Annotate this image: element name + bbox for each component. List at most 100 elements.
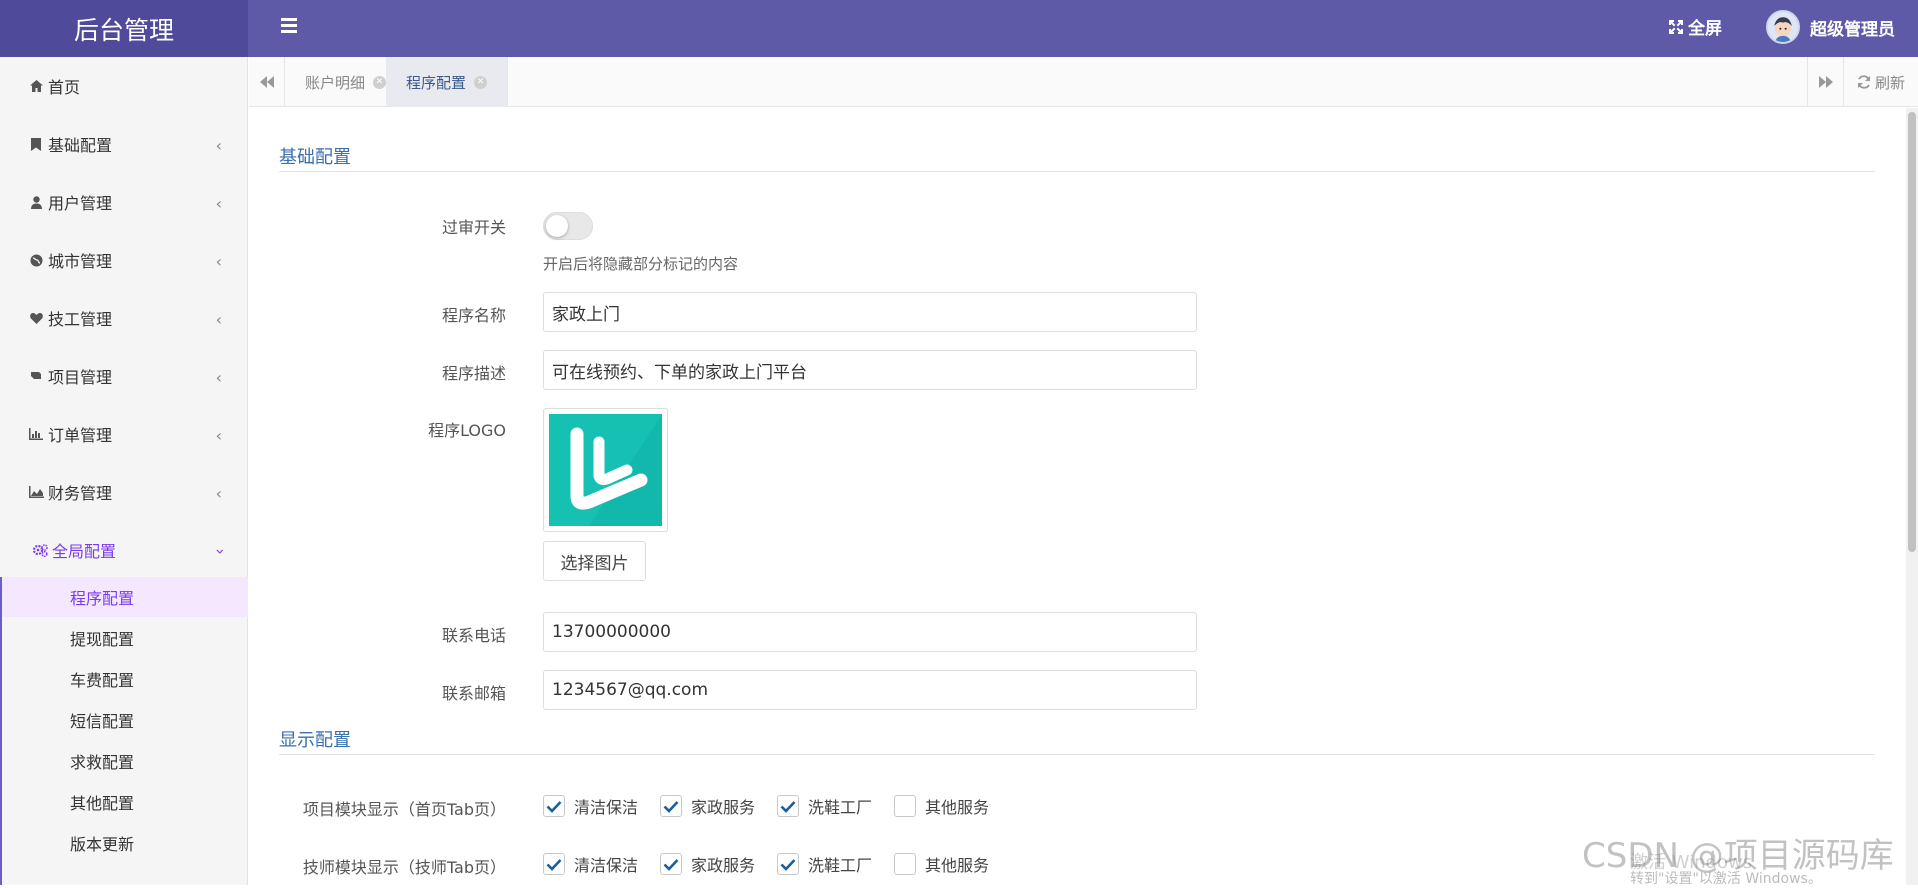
top-header: 后台管理 全屏 超级管理员 — [0, 0, 1918, 57]
checkbox-checked[interactable] — [777, 795, 800, 817]
project-module-label: 项目模块显示（首页Tab页） — [302, 800, 506, 819]
checkbox-cleaning[interactable]: 清洁保洁 — [543, 852, 638, 876]
checkbox-cleaning[interactable]: 清洁保洁 — [543, 794, 638, 818]
checkbox-label: 其他服务 — [925, 856, 990, 875]
checkbox-checked[interactable] — [543, 853, 565, 875]
forward-icon — [1818, 76, 1833, 88]
choose-image-button[interactable]: 选择图片 — [543, 541, 646, 581]
checkbox-unchecked[interactable] — [894, 853, 917, 875]
checkbox-label: 家政服务 — [691, 856, 756, 875]
sidebar-item-technicians[interactable]: 技工管理 ‹ — [0, 289, 248, 347]
sidebar-item-label: 订单管理 — [48, 426, 113, 445]
section-title-display: 显示配置 — [279, 730, 351, 751]
tab-scroll-right-button[interactable] — [1807, 57, 1843, 107]
review-switch-toggle[interactable] — [543, 212, 593, 240]
checkbox-shoe-wash[interactable]: 洗鞋工厂 — [777, 852, 872, 876]
project-module-options: 清洁保洁 家政服务 洗鞋工厂 其他服务 — [543, 794, 1011, 818]
chevron-left-icon: ‹ — [215, 252, 222, 271]
main-content: 基础配置 过审开关 开启后将隐藏部分标记的内容 程序名称 家政上门 程序描述 可… — [249, 108, 1908, 885]
refresh-button[interactable]: 刷新 — [1843, 57, 1918, 107]
checkbox-unchecked[interactable] — [894, 795, 917, 817]
submenu-global-config: 程序配置 提现配置 车费配置 短信配置 求救配置 其他配置 版本更新 — [0, 577, 248, 885]
close-icon[interactable]: ✕ — [373, 75, 387, 89]
fullscreen-button[interactable]: 全屏 — [1668, 14, 1722, 39]
bar-chart-icon — [28, 426, 44, 442]
submenu-item-fare-config[interactable]: 车费配置 — [2, 659, 248, 699]
sidebar-item-home[interactable]: 首页 — [0, 57, 248, 115]
submenu-item-sms-config[interactable]: 短信配置 — [2, 700, 248, 740]
phone-label: 联系电话 — [441, 626, 506, 645]
email-input[interactable]: 1234567@qq.com — [543, 670, 1197, 710]
submenu-item-version-update[interactable]: 版本更新 — [2, 823, 248, 863]
chevron-left-icon: ‹ — [215, 194, 222, 213]
checkbox-checked[interactable] — [660, 795, 683, 817]
expand-icon — [1669, 19, 1683, 34]
bookmark-icon — [28, 136, 44, 152]
chevron-left-icon: ‹ — [215, 136, 222, 155]
sidebar-item-projects[interactable]: 项目管理 ‹ — [0, 347, 248, 405]
sidebar-item-cities[interactable]: 城市管理 ‹ — [0, 231, 248, 289]
tab-label: 程序配置 — [406, 73, 467, 92]
vertical-scrollbar[interactable] — [1906, 108, 1918, 885]
app-desc-label: 程序描述 — [441, 364, 506, 383]
chevron-down-icon: ‹ — [209, 548, 229, 555]
sidebar-item-orders[interactable]: 订单管理 ‹ — [0, 405, 248, 463]
sidebar-item-label: 城市管理 — [48, 252, 113, 271]
submenu-item-withdraw-config[interactable]: 提现配置 — [2, 618, 248, 658]
chevron-left-icon: ‹ — [215, 484, 222, 503]
toggle-knob — [546, 215, 568, 237]
fullscreen-label: 全屏 — [1688, 19, 1722, 39]
avatar — [1766, 10, 1800, 44]
tech-module-label: 技师模块显示（技师Tab页） — [302, 858, 506, 877]
sidebar-item-global-config[interactable]: 全局配置 ‹ — [0, 521, 248, 579]
checkbox-checked[interactable] — [543, 795, 565, 817]
submenu-item-other-config[interactable]: 其他配置 — [2, 782, 248, 822]
checkbox-checked[interactable] — [660, 853, 683, 875]
checkbox-label: 清洁保洁 — [574, 798, 639, 817]
checkbox-other[interactable]: 其他服务 — [894, 794, 989, 818]
user-menu[interactable]: 超级管理员 — [1766, 10, 1895, 44]
checkbox-label: 其他服务 — [925, 798, 990, 817]
checkbox-housekeeping[interactable]: 家政服务 — [660, 852, 755, 876]
area-chart-icon — [28, 484, 44, 500]
checkbox-shoe-wash[interactable]: 洗鞋工厂 — [777, 794, 872, 818]
tab-label: 账户明细 — [305, 73, 366, 92]
section-divider — [279, 754, 1875, 755]
checkbox-checked[interactable] — [777, 853, 800, 875]
checkbox-label: 家政服务 — [691, 798, 756, 817]
gears-icon — [32, 542, 48, 558]
submenu-item-sos-config[interactable]: 求救配置 — [2, 741, 248, 781]
tab-scroll-left-button[interactable] — [249, 57, 285, 107]
sidebar-item-finance[interactable]: 财务管理 ‹ — [0, 463, 248, 521]
section-title-basic: 基础配置 — [279, 147, 351, 168]
checkbox-other[interactable]: 其他服务 — [894, 852, 989, 876]
tech-module-options: 清洁保洁 家政服务 洗鞋工厂 其他服务 — [543, 852, 1011, 876]
close-icon[interactable]: ✕ — [474, 75, 488, 89]
refresh-icon — [1857, 75, 1870, 89]
app-name-label: 程序名称 — [441, 306, 506, 325]
app-name-input[interactable]: 家政上门 — [543, 292, 1197, 332]
sidebar-item-label: 基础配置 — [48, 136, 113, 155]
checkbox-label: 洗鞋工厂 — [808, 856, 873, 875]
refresh-label: 刷新 — [1874, 73, 1905, 92]
sidebar: 首页 基础配置 ‹ 用户管理 ‹ 城市管理 ‹ 技工管理 ‹ 项目管理 ‹ 订单… — [0, 57, 248, 885]
backward-icon — [259, 76, 274, 88]
app-desc-input[interactable]: 可在线预约、下单的家政上门平台 — [543, 350, 1197, 390]
submenu-item-program-config[interactable]: 程序配置 — [2, 577, 248, 617]
sidebar-item-basic-config[interactable]: 基础配置 ‹ — [0, 115, 248, 173]
tab-bar: 账户明细 ✕ 程序配置 ✕ 刷新 — [249, 57, 1918, 107]
chevron-left-icon: ‹ — [215, 426, 222, 445]
chevron-left-icon: ‹ — [215, 368, 222, 387]
tab-program-config[interactable]: 程序配置 ✕ — [386, 57, 509, 107]
sidebar-item-label: 首页 — [48, 78, 81, 97]
home-icon — [28, 78, 44, 94]
checkbox-housekeeping[interactable]: 家政服务 — [660, 794, 755, 818]
user-icon — [28, 194, 44, 210]
scrollbar-thumb[interactable] — [1908, 112, 1916, 552]
email-label: 联系邮箱 — [441, 684, 506, 703]
menu-toggle-icon[interactable] — [281, 18, 299, 34]
phone-input[interactable]: 13700000000 — [543, 612, 1197, 652]
sidebar-item-users[interactable]: 用户管理 ‹ — [0, 173, 248, 231]
sidebar-item-label: 用户管理 — [48, 194, 113, 213]
sidebar-item-label: 全局配置 — [52, 542, 117, 561]
